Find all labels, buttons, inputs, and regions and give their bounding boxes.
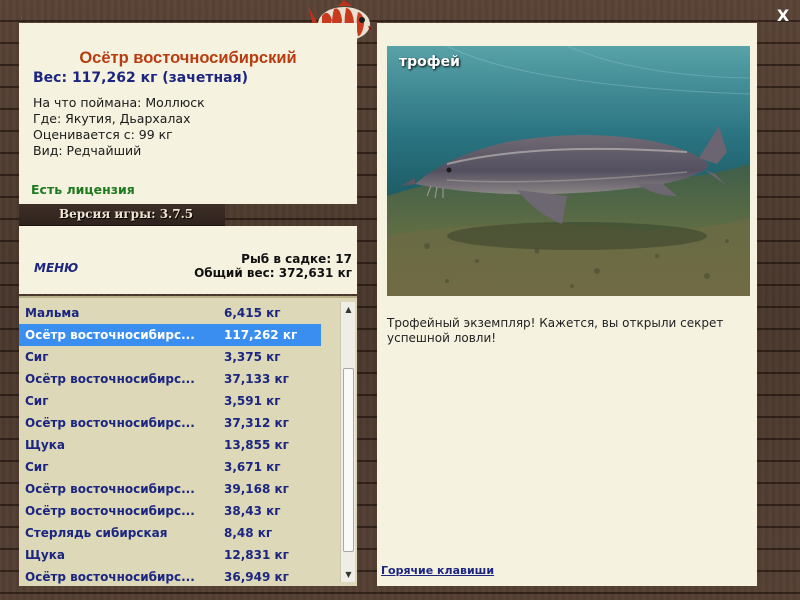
trophy-description: Трофейный экземпляр! Кажется, вы открыли… — [387, 316, 724, 345]
trophy-label: трофей — [399, 54, 460, 70]
list-item-weight: 8,48 кг — [224, 526, 273, 540]
list-item-name: Осётр восточносибирс... — [25, 482, 195, 496]
list-item-weight: 37,133 кг — [224, 372, 289, 386]
cage-count: Рыб в садке: 17 — [241, 252, 352, 266]
hotkeys-link[interactable]: Горячие клавиши — [381, 564, 494, 577]
bait-info: На что поймана: Моллюск — [33, 95, 205, 110]
list-item-name: Сиг — [25, 394, 49, 408]
list-item-name: Осётр восточносибирс... — [25, 416, 195, 430]
list-item[interactable]: Сиг 3,375 кг — [19, 346, 321, 368]
scroll-down-icon[interactable]: ▼ — [341, 567, 356, 582]
list-item-name: Щука — [25, 438, 65, 452]
list-item[interactable]: Сиг 3,671 кг — [19, 456, 321, 478]
list-item[interactable]: Стерлядь сибирская 8,48 кг — [19, 522, 321, 544]
list-item[interactable]: Щука 13,855 кг — [19, 434, 321, 456]
menu-panel: МЕНЮ Рыб в садке: 17 Общий вес: 372,631 … — [19, 226, 357, 294]
list-item-weight: 3,671 кг — [224, 460, 281, 474]
fish-list: Мальма 6,415 кг Осётр восточносибирс... … — [19, 302, 341, 586]
total-weight: Общий вес: 372,631 кг — [194, 266, 352, 280]
fish-title: Осётр восточносибирский — [79, 49, 297, 67]
version-bar: Версия игры: 3.7.5 — [19, 204, 225, 226]
list-item-weight: 3,591 кг — [224, 394, 281, 408]
list-item-weight: 38,43 кг — [224, 504, 281, 518]
list-item-weight: 39,168 кг — [224, 482, 289, 496]
list-item-name: Осётр восточносибирс... — [25, 372, 195, 386]
list-item[interactable]: Осётр восточносибирс... 37,312 кг — [19, 412, 321, 434]
trophy-photo: трофей — [387, 46, 750, 296]
list-item-weight: 6,415 кг — [224, 306, 281, 320]
list-item-weight: 12,831 кг — [224, 548, 289, 562]
list-item-weight: 37,312 кг — [224, 416, 289, 430]
list-item-name: Осётр восточносибирс... — [25, 504, 195, 518]
list-item[interactable]: Осётр восточносибирс... 38,43 кг — [19, 500, 321, 522]
list-item[interactable]: Осётр восточносибирс... 37,133 кг — [19, 368, 321, 390]
scroll-thumb[interactable] — [343, 368, 354, 552]
fish-list-panel: Мальма 6,415 кг Осётр восточносибирс... … — [19, 296, 357, 586]
list-item-selected[interactable]: Осётр восточносибирс... 117,262 кг — [19, 324, 321, 346]
list-item-name: Мальма — [25, 306, 80, 320]
list-item-weight: 3,375 кг — [224, 350, 281, 364]
list-item-name: Сиг — [25, 460, 49, 474]
list-item-name: Стерлядь сибирская — [25, 526, 168, 540]
list-item[interactable]: Мальма 6,415 кг — [19, 302, 321, 324]
list-item[interactable]: Щука 12,831 кг — [19, 544, 321, 566]
fish-info-panel: Осётр восточносибирский Вес: 117,262 кг … — [19, 23, 357, 204]
list-item[interactable]: Осётр восточносибирс... 39,168 кг — [19, 478, 321, 500]
list-item-weight: 36,949 кг — [224, 570, 289, 584]
list-item[interactable]: Осётр восточносибирс... 36,949 кг — [19, 566, 321, 586]
menu-button[interactable]: МЕНЮ — [34, 261, 78, 275]
sturgeon-image — [387, 46, 750, 296]
kind-info: Вид: Редчайший — [33, 143, 142, 158]
list-item-name: Щука — [25, 548, 65, 562]
rated-from-info: Оценивается с: 99 кг — [33, 127, 173, 142]
game-version: Версия игры: 3.7.5 — [59, 207, 194, 221]
fish-weight: Вес: 117,262 кг (зачетная) — [33, 70, 248, 86]
list-item[interactable]: Сиг 3,591 кг — [19, 390, 321, 412]
list-item-name: Осётр восточносибирс... — [25, 328, 195, 342]
list-item-weight: 117,262 кг — [224, 328, 298, 342]
scroll-up-icon[interactable]: ▲ — [341, 302, 356, 317]
list-item-name: Осётр восточносибирс... — [25, 570, 195, 584]
list-scrollbar[interactable]: ▲ ▼ — [340, 302, 355, 582]
license-status: Есть лицензия — [31, 182, 135, 197]
list-item-weight: 13,855 кг — [224, 438, 289, 452]
location-info: Где: Якутия, Дьархалах — [33, 111, 191, 126]
trophy-panel: трофей Трофейный экземпляр! Кажется, вы … — [377, 23, 757, 586]
close-button[interactable]: X — [773, 6, 793, 26]
list-item-name: Сиг — [25, 350, 49, 364]
